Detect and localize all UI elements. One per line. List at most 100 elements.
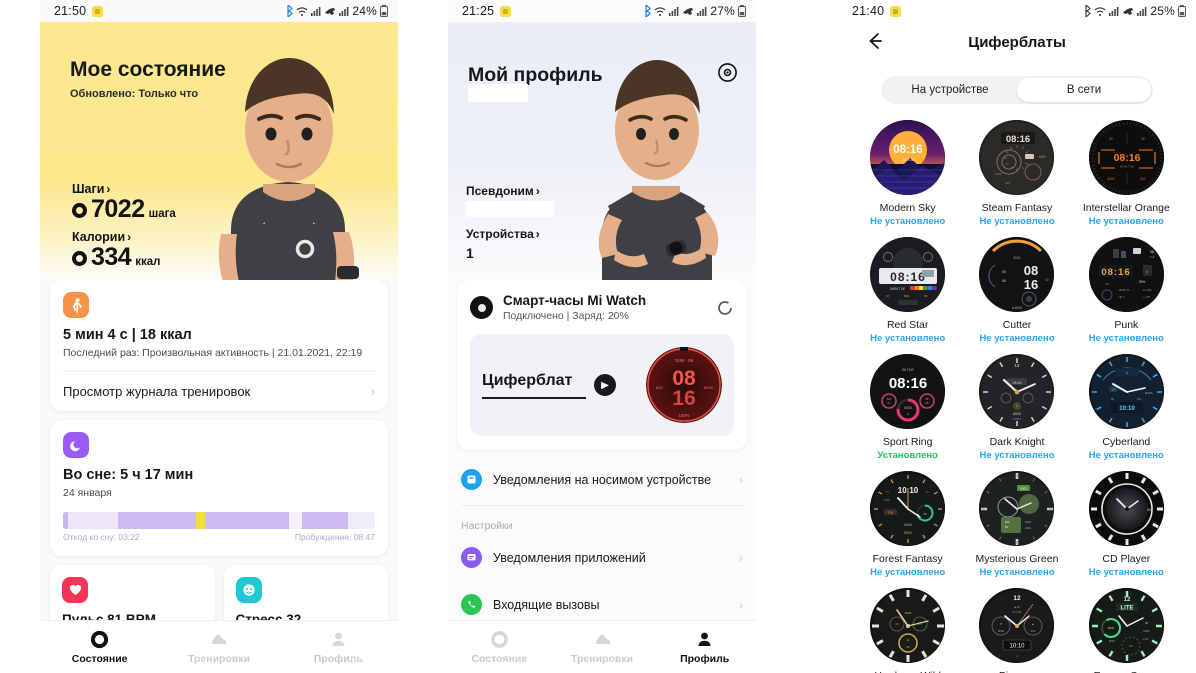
bluetooth-icon bbox=[287, 5, 294, 17]
watchface-name: CD Player bbox=[1102, 553, 1151, 565]
person-icon bbox=[332, 632, 345, 646]
watchface-status: Не установлено bbox=[1088, 333, 1164, 344]
watchface-name: Sport Ring bbox=[882, 436, 933, 448]
watchface-item[interactable]: 6060 8000 ● 80 Hardcore WildНе установле… bbox=[856, 582, 959, 673]
sleep-card[interactable]: Во сне: 5 ч 17 мин 24 января Отход ко сн… bbox=[50, 420, 388, 557]
svg-text:11 100: 11 100 bbox=[1143, 288, 1152, 292]
watchface-item[interactable]: 08:16 04/06 TUE 80 60 8000 600 Interstel… bbox=[1075, 114, 1178, 227]
list-item-app-notifications[interactable]: Уведомления приложений › bbox=[457, 534, 747, 581]
sync-icon[interactable] bbox=[716, 299, 734, 317]
field-nickname-label-text: Псевдоним bbox=[466, 184, 534, 198]
redacted-name bbox=[468, 84, 528, 102]
tab-status-label: Состояние bbox=[471, 652, 528, 665]
svg-text:06 TUE: 06 TUE bbox=[1013, 610, 1022, 614]
workout-card[interactable]: 5 мин 4 с | 18 ккал Последний раз: Произ… bbox=[50, 280, 388, 412]
heart-icon bbox=[62, 577, 88, 604]
watchface-status: Установлено bbox=[877, 450, 938, 461]
svg-text:8000: 8000 bbox=[904, 531, 912, 535]
battery-icon bbox=[1178, 5, 1186, 17]
status-bar-right: 27% bbox=[642, 4, 746, 18]
watchface-name: Dark Knight bbox=[989, 436, 1045, 448]
svg-text:1200: 1200 bbox=[995, 172, 1002, 176]
shoe-icon bbox=[212, 633, 227, 644]
stress-icon bbox=[235, 577, 262, 604]
status-clock: 21:50 bbox=[54, 4, 87, 18]
watchface-preview: 8000 600 80 6000 2400 bbox=[979, 471, 1055, 546]
watchface-item[interactable]: 8000 600 80 6000 2400 Mysterious Green Не у… bbox=[965, 465, 1068, 578]
svg-text:8000: 8000 bbox=[1108, 626, 1115, 630]
chevron-right-icon[interactable]: ▶ bbox=[594, 374, 616, 396]
segmented-control: На устройстве В сети bbox=[881, 76, 1153, 104]
svg-text:90%: 90% bbox=[1139, 280, 1146, 284]
field-devices-value: 1 bbox=[466, 245, 474, 261]
watch-face-tile[interactable]: Циферблат ▶ SUN · 06 08 16 800 8000 100% bbox=[470, 334, 734, 436]
list-item-label: Входящие вызовы bbox=[493, 597, 600, 612]
tab-profile[interactable]: Профиль bbox=[653, 621, 756, 673]
wifi-icon bbox=[1094, 6, 1106, 16]
workout-log-link[interactable]: Просмотр журнала тренировок › bbox=[50, 372, 388, 411]
tab-status[interactable]: Состояние bbox=[40, 621, 159, 673]
tab-status[interactable]: Состояние bbox=[448, 621, 551, 673]
watchface-item[interactable]: 8000 08 16 00 80 68 A-8000 Cutter Не устано… bbox=[965, 231, 1068, 344]
watchface-item[interactable]: 10:10 60 TUE 2400 81 80 04/06 8000 Forest… bbox=[856, 465, 959, 578]
watchface-item[interactable]: 800 CD Player Не установлено bbox=[1075, 465, 1178, 578]
svg-text:04/06: 04/06 bbox=[1143, 629, 1150, 633]
watchface-item[interactable]: 08:16 06 TUE Modern Sky Не установлено bbox=[856, 114, 959, 227]
watchface-name: Mysterious Green bbox=[975, 553, 1059, 565]
watchface-item[interactable]: 08:16 06 TUE 8 90% 317 8000 ST 11 100 48 … bbox=[1075, 231, 1178, 344]
device-card[interactable]: Смарт-часы Mi Watch Подключено | Заряд: … bbox=[457, 280, 747, 450]
gear-icon[interactable] bbox=[717, 62, 738, 83]
watchface-item[interactable]: 12 ◆ 80 06 TUE ☀ 8000 ▲ 400 10:10 12Pion… bbox=[965, 582, 1068, 673]
watchface-item[interactable]: 08:16 8000 1200 200 Steam Fantasy Не устано… bbox=[965, 114, 1068, 227]
svg-text:60: 60 bbox=[924, 512, 928, 516]
svg-text:06 TUE: 06 TUE bbox=[902, 158, 915, 162]
chevron-right-icon: › bbox=[535, 184, 540, 198]
stat-steps[interactable]: Шаги › 7022 шага bbox=[72, 182, 176, 222]
watchface-item[interactable]: U 10:10 EVTA 14 80 600 Cyberland Не устано… bbox=[1075, 348, 1178, 461]
ring-icon bbox=[91, 630, 109, 648]
list-item-wearable-notifications[interactable]: Уведомления на носимом устройстве › bbox=[457, 456, 747, 503]
watchface-item[interactable]: 08:16 04/06 TUE 88 600 30 Red Star Не устан… bbox=[856, 231, 959, 344]
watchface-item[interactable]: 12 08:16 U 8000 STEPS Dark Knight Не уста… bbox=[965, 348, 1068, 461]
message-icon bbox=[461, 547, 482, 568]
running-icon bbox=[63, 292, 89, 318]
preview-right: 8000 bbox=[704, 385, 714, 390]
workout-subtitle: Последний раз: Произвольная активность |… bbox=[63, 347, 363, 359]
watchface-name: Cutter bbox=[1002, 319, 1032, 331]
stat-steps-unit: шага bbox=[148, 208, 176, 220]
watchface-grid: 08:16 06 TUE Modern Sky Не установлено 08:… bbox=[838, 104, 1196, 673]
watchface-item[interactable]: 12 LITE 8000 45 04/06 ● 80 Fri 8000 Ener… bbox=[1075, 582, 1178, 673]
watchface-preview: 12 ◆ 80 06 TUE ☀ 8000 ▲ 400 10:10 12 bbox=[979, 588, 1055, 663]
segment-online[interactable]: В сети bbox=[1017, 78, 1151, 102]
svg-text:8000: 8000 bbox=[998, 629, 1005, 633]
signal-icon bbox=[1109, 7, 1119, 16]
stat-calories[interactable]: Калории › 334 ккал bbox=[72, 230, 160, 270]
notification-badge-icon bbox=[890, 5, 902, 17]
battery-icon bbox=[380, 5, 388, 17]
field-devices[interactable]: Устройства › 1 bbox=[466, 227, 540, 261]
watchface-status: Не установлено bbox=[979, 216, 1055, 227]
tab-workouts[interactable]: Тренировки bbox=[551, 621, 654, 673]
workout-title: 5 мин 4 с | 18 ккал bbox=[63, 327, 192, 343]
stat-calories-value: 334 bbox=[91, 243, 132, 271]
page-subtitle: Обновлено: Только что bbox=[70, 88, 199, 100]
shoe-icon bbox=[595, 633, 610, 644]
svg-text:A-8000: A-8000 bbox=[1012, 306, 1023, 310]
segment-on-device-label: На устройстве bbox=[911, 84, 989, 96]
field-nickname[interactable]: Псевдоним › bbox=[466, 184, 554, 217]
arrow-left-icon[interactable] bbox=[864, 30, 886, 52]
watchface-item[interactable]: 06 TUE 08:16 600 53 88 68 8000 11 Sport R… bbox=[856, 348, 959, 461]
sleep-title: Во сне: 5 ч 17 мин bbox=[63, 467, 194, 484]
tab-workouts[interactable]: Тренировки bbox=[159, 621, 278, 673]
svg-text:08:16: 08:16 bbox=[893, 144, 922, 156]
watchface-preview: 08:16 8000 1200 200 bbox=[979, 120, 1055, 195]
svg-text:8000: 8000 bbox=[1039, 155, 1046, 159]
watchface-preview: 12 LITE 8000 45 04/06 ● 80 Fri 8000 bbox=[1088, 588, 1164, 663]
svg-text:600: 600 bbox=[1005, 520, 1010, 524]
call-icon bbox=[325, 8, 336, 15]
tab-profile[interactable]: Профиль bbox=[279, 621, 398, 673]
segment-on-device[interactable]: На устройстве bbox=[883, 78, 1017, 102]
watch-face-tile-label: Циферблат bbox=[482, 372, 573, 389]
svg-text:00: 00 bbox=[1045, 278, 1049, 282]
svg-text:8000: 8000 bbox=[1013, 412, 1021, 416]
